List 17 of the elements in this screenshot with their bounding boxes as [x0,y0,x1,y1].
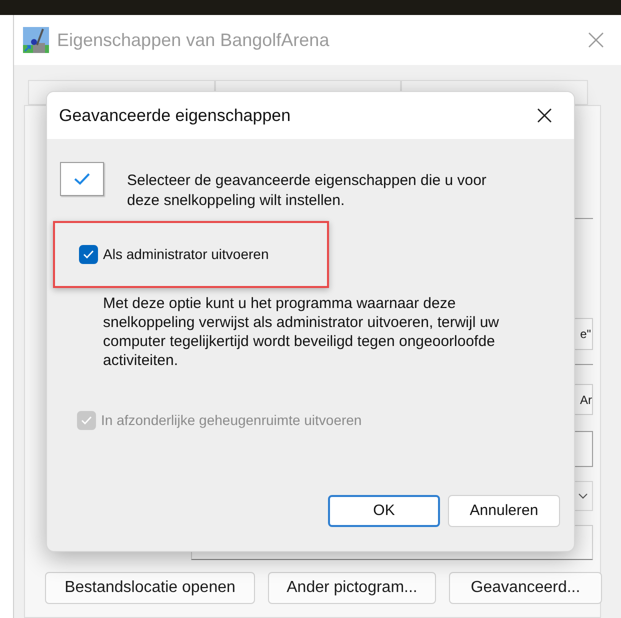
checkbox-label[interactable]: Als administrator uitvoeren [103,244,269,265]
option-description: Met deze optie kunt u het programma waarnaar deze snelkoppeling verwijst als administrator uitvoeren, terwijl uw computer tegelijkertijd wordt beveiligd tegen ongeoorloofde activiteiten. [103,294,500,370]
dialog-title: Geavanceerde eigenschappen [59,104,291,127]
intro-text: Selecteer de geavanceerde eigenschappen die u voor deze snelkoppeling wilt instellen. [127,171,488,211]
close-icon[interactable] [537,108,552,123]
app-icon [23,27,49,53]
checkmark-icon [83,250,94,259]
dialog-button[interactable]: Annuleren [448,495,560,527]
window-title: Eigenschappen van BangolfArena [57,28,330,52]
checkmark-icon [81,416,92,424]
chevron-down-icon [578,493,588,499]
push-button[interactable]: Bestandslocatie openen [45,572,255,604]
checkbox[interactable] [79,245,98,264]
push-button[interactable]: Ander pictogram... [268,572,436,604]
checkbox-illustration-icon [60,162,104,196]
dialog-button[interactable]: OK [328,495,440,527]
push-button[interactable]: Geavanceerd... [449,572,602,604]
